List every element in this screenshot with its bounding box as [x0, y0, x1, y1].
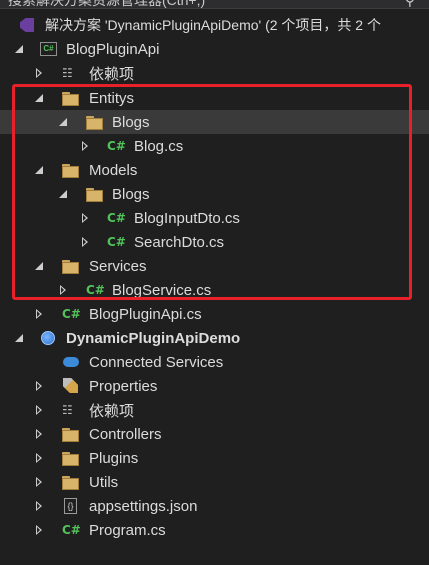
folder-node-controllers[interactable]: Controllers — [0, 422, 429, 446]
project-node-blogpluginapi[interactable]: C# BlogPluginApi — [0, 37, 429, 61]
folder-label: Plugins — [89, 449, 139, 467]
project-node-dynamicpluginapidemo[interactable]: DynamicPluginApiDemo — [0, 326, 429, 350]
expand-chevron-icon[interactable] — [34, 452, 44, 464]
highlight-box — [12, 84, 412, 300]
expand-chevron-icon[interactable] — [34, 67, 44, 79]
wrench-icon — [63, 378, 78, 393]
solution-icon — [20, 18, 34, 32]
folder-node-plugins[interactable]: Plugins — [0, 446, 429, 470]
dependencies-icon: ☷ — [62, 66, 73, 80]
dependencies-label: 依赖项 — [89, 402, 135, 420]
folder-icon — [62, 475, 80, 491]
collapse-chevron-icon[interactable] — [14, 332, 24, 344]
csharp-file-icon: C# — [62, 307, 81, 321]
solution-node[interactable]: 解决方案 'DynamicPluginApiDemo' (2 个项目，共 2 个 — [0, 13, 429, 37]
search-input[interactable]: 搜索解决方案资源管理器(Ctrl+;) — [8, 0, 205, 8]
csharp-project-icon: C# — [40, 42, 57, 56]
file-label: Program.cs — [89, 521, 166, 539]
file-label: appsettings.json — [89, 497, 198, 515]
node-label: Properties — [89, 377, 158, 395]
folder-node-utils[interactable]: Utils — [0, 470, 429, 494]
json-file-icon: {} — [64, 498, 77, 514]
dependencies-node[interactable]: ☷ 依赖项 — [0, 61, 429, 85]
dependencies-label: 依赖项 — [89, 65, 135, 83]
file-label: BlogPluginApi.cs — [89, 305, 202, 323]
expand-chevron-icon[interactable] — [34, 476, 44, 488]
expand-chevron-icon[interactable] — [34, 524, 44, 536]
expand-chevron-icon[interactable] — [34, 500, 44, 512]
dependencies-node-2[interactable]: ☷ 依赖项 — [0, 398, 429, 422]
file-node-blogpluginapi-cs[interactable]: C# BlogPluginApi.cs — [0, 302, 429, 326]
project-label: BlogPluginApi — [66, 40, 160, 58]
file-node-appsettings-json[interactable]: {} appsettings.json — [0, 494, 429, 518]
folder-label: Utils — [89, 473, 119, 491]
connected-services-node[interactable]: Connected Services — [0, 350, 429, 374]
expand-chevron-icon[interactable] — [34, 404, 44, 416]
folder-label: Controllers — [89, 425, 162, 443]
cloud-icon — [63, 357, 79, 367]
csharp-file-icon: C# — [62, 523, 81, 537]
file-node-program-cs[interactable]: C# Program.cs — [0, 518, 429, 542]
search-icon[interactable]: ⚲ — [405, 0, 415, 8]
solution-label: 解决方案 'DynamicPluginApiDemo' (2 个项目，共 2 个 — [45, 17, 381, 33]
expand-chevron-icon[interactable] — [34, 380, 44, 392]
dependencies-icon: ☷ — [62, 403, 73, 417]
expand-chevron-icon[interactable] — [34, 428, 44, 440]
folder-icon — [62, 427, 80, 443]
project-label: DynamicPluginApiDemo — [66, 329, 241, 347]
search-bar[interactable]: 搜索解决方案资源管理器(Ctrl+;) ⚲ — [0, 0, 429, 9]
node-label: Connected Services — [89, 353, 224, 371]
web-project-icon — [41, 331, 55, 345]
properties-node[interactable]: Properties — [0, 374, 429, 398]
folder-icon — [62, 451, 80, 467]
expand-chevron-icon[interactable] — [34, 308, 44, 320]
collapse-chevron-icon[interactable] — [14, 43, 24, 55]
